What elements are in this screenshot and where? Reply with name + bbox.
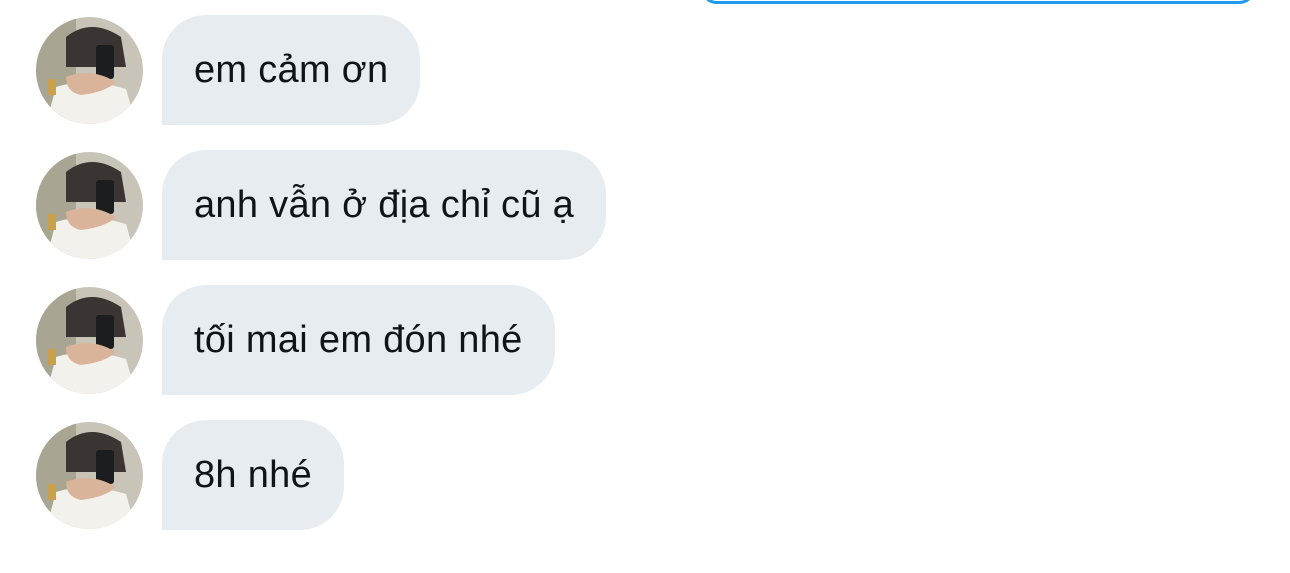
avatar-photo-icon: [36, 421, 143, 529]
message-text: tối mai em đón nhé: [194, 318, 523, 361]
message-text: 8h nhé: [194, 453, 313, 496]
avatar[interactable]: [36, 421, 143, 529]
avatar[interactable]: [36, 16, 143, 124]
received-message-bubble[interactable]: tối mai em đón nhé: [162, 285, 555, 395]
received-message-bubble[interactable]: anh vẫn ở địa chỉ cũ ạ: [162, 150, 607, 260]
message-row: tối mai em đón nhé: [36, 285, 555, 395]
message-text: anh vẫn ở địa chỉ cũ ạ: [194, 183, 575, 226]
message-row: 8h nhé: [36, 420, 345, 530]
avatar-photo-icon: [36, 16, 143, 124]
avatar-photo-icon: [36, 286, 143, 394]
message-row: em cảm ơn: [36, 15, 421, 125]
avatar[interactable]: [36, 286, 143, 394]
sent-message-bubble-partial[interactable]: [700, 0, 1256, 4]
received-message-bubble[interactable]: em cảm ơn: [162, 15, 421, 125]
avatar-photo-icon: [36, 151, 143, 259]
message-text: em cảm ơn: [194, 48, 389, 91]
message-row: anh vẫn ở địa chỉ cũ ạ: [36, 150, 607, 260]
avatar[interactable]: [36, 151, 143, 259]
dm-conversation: em cảm ơn anh vẫn ở địa chỉ cũ ạ tối mai…: [0, 0, 1290, 573]
received-message-bubble[interactable]: 8h nhé: [162, 420, 345, 530]
